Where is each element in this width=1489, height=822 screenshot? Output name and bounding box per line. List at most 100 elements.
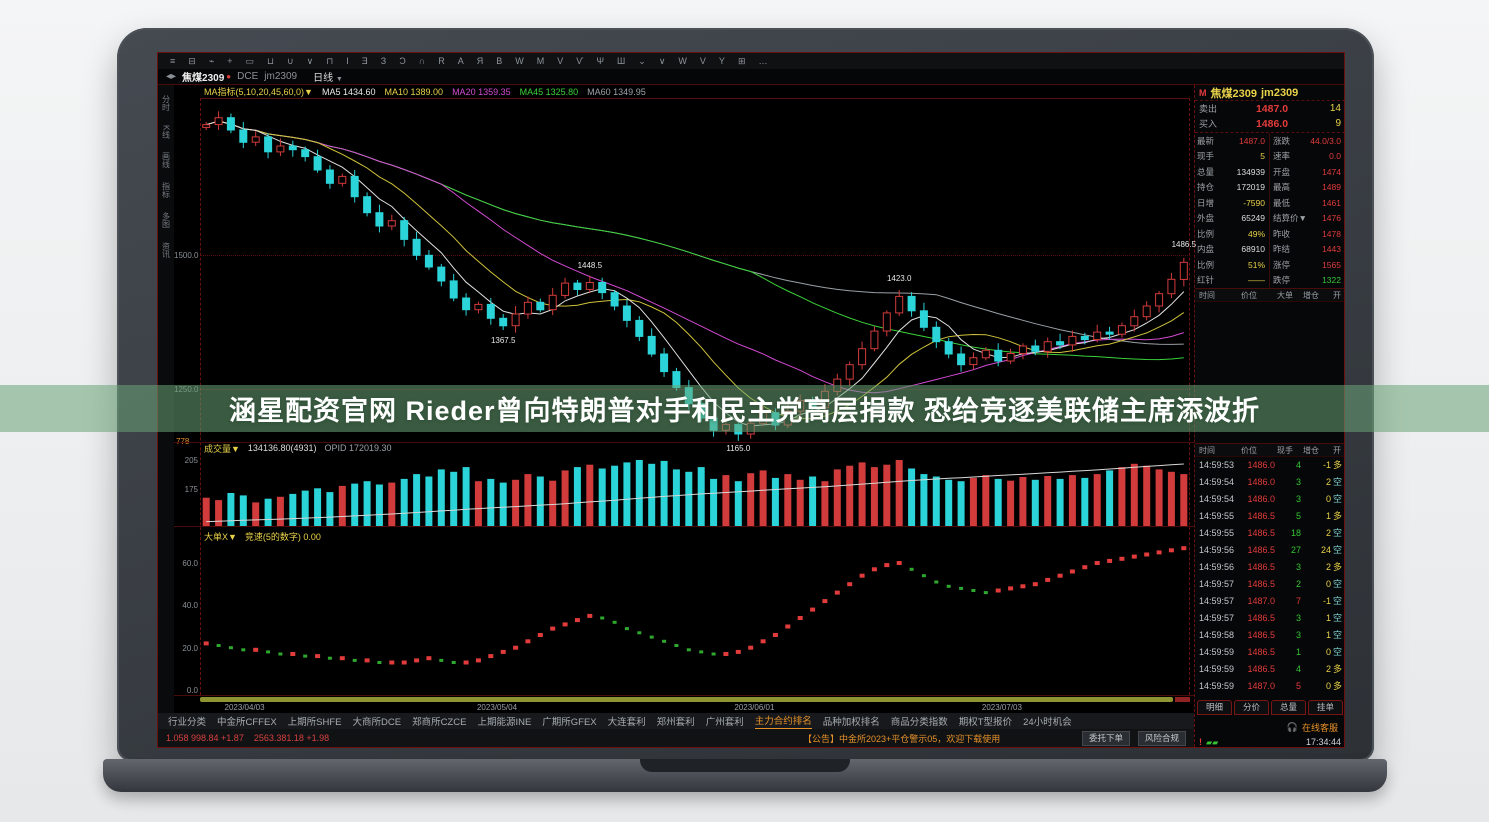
market-tab[interactable]: 大连套利 (608, 714, 646, 728)
quote-cell-label: 现手 (1197, 150, 1214, 162)
tick-row[interactable]: 14:59:551486.551多 (1195, 507, 1344, 524)
tick-row[interactable]: 14:59:541486.032空 (1195, 473, 1344, 490)
order-button[interactable]: 委托下单 (1082, 731, 1130, 746)
toolbar-icon[interactable]: Ш (617, 56, 625, 66)
quote-cell-value: —— (1248, 275, 1265, 285)
sidebar-tab[interactable]: 分时 (161, 95, 172, 111)
tick-row[interactable]: 14:59:591486.510空 (1195, 643, 1344, 660)
bid-row[interactable]: 买入 1486.0 9 (1195, 116, 1344, 131)
page-background: 涵星配资官网 Rieder曾向特朗普对手和民主党高层捐款 恐给竞逐美联储主席添波… (0, 0, 1489, 822)
market-tab[interactable]: 期权T型报价 (959, 714, 1012, 728)
toolbar-icon[interactable]: Я (477, 56, 484, 66)
tick-row[interactable]: 14:59:591487.050多 (1195, 677, 1344, 694)
toolbar-icon[interactable]: R (438, 56, 445, 66)
tick-cell: 多 (1333, 662, 1343, 675)
tick-row[interactable]: 14:59:571486.520空 (1195, 575, 1344, 592)
toolbar-icon[interactable]: V (557, 56, 563, 66)
sidebar-tab[interactable]: 多图 (161, 212, 172, 228)
tick-cell: 1486.0 (1241, 477, 1275, 487)
market-tab[interactable]: 广期所GFEX (542, 714, 596, 728)
tick-row[interactable]: 14:59:531486.04-1多 (1195, 456, 1344, 473)
toolbar-icon[interactable]: ⊟ (188, 56, 196, 67)
toolbar-icon[interactable]: Ɔ (399, 56, 406, 66)
toolbar-icon[interactable]: ∩ (419, 56, 425, 66)
vol-tick-2: 175 (174, 485, 198, 494)
toolbar-icon[interactable]: ⊔ (267, 56, 274, 67)
toolbar-icon[interactable]: ⌄ (638, 56, 646, 67)
market-tab[interactable]: 大商所DCE (353, 714, 402, 728)
market-tab[interactable]: 广州套利 (706, 714, 744, 728)
market-tab[interactable]: 郑商所CZCE (412, 714, 466, 728)
market-tab[interactable]: 商品分类指数 (891, 714, 948, 728)
toolbar-icon[interactable]: Ѵ (576, 56, 583, 66)
panel-tab[interactable]: 明细 (1197, 700, 1232, 715)
tick-cell: 3 (1277, 477, 1301, 487)
toolbar-icon[interactable]: ∨ (659, 56, 666, 67)
tick-cell: 0 (1303, 681, 1331, 691)
toolbar-icon[interactable]: Ǝ (362, 56, 368, 66)
toolbar-icon[interactable]: ⊞ (738, 56, 746, 67)
toolbar-icon[interactable]: … (758, 56, 767, 66)
market-tab[interactable]: 24小时机会 (1023, 714, 1072, 728)
market-tab[interactable]: 品种加权排名 (823, 714, 880, 728)
toolbar-icon[interactable]: ≡ (170, 56, 175, 66)
tick-row[interactable]: 14:59:551486.5182空 (1195, 524, 1344, 541)
list-header-col: 增仓 (1303, 445, 1319, 456)
market-tab[interactable]: 上期能源INE (477, 714, 531, 728)
sidebar-tab[interactable]: 指标 (161, 182, 172, 198)
market-tab[interactable]: 主力合约排名 (755, 713, 812, 730)
ma-value: MA5 1434.60 (322, 87, 376, 97)
toolbar-icon[interactable]: I (346, 56, 349, 66)
tick-cell: 18 (1277, 528, 1301, 538)
list-header-col: 开 (1333, 290, 1341, 301)
tick-row[interactable]: 14:59:541486.030空 (1195, 490, 1344, 507)
panel-tab[interactable]: 挂单 (1308, 700, 1343, 715)
toolbar-icon[interactable]: V (700, 56, 706, 66)
sidebar-tab[interactable]: 画线 (161, 152, 172, 168)
toolbar-icon[interactable]: B (496, 56, 502, 66)
indicator-header-item: 竞速(5的数字) 0.00 (245, 530, 321, 543)
period-selector[interactable]: 日线 ▼ (313, 69, 343, 84)
quote-cell: 结算价▼1476 (1273, 211, 1341, 227)
ma-value: MA45 1325.80 (520, 87, 579, 97)
toolbar-icon[interactable]: W (678, 56, 687, 66)
chart-h-scrollbar[interactable] (200, 697, 1173, 702)
tick-row[interactable]: 14:59:591486.542多 (1195, 660, 1344, 677)
tick-row[interactable]: 14:59:571486.531空 (1195, 609, 1344, 626)
market-tab[interactable]: 上期所SHFE (288, 714, 342, 728)
tick-row[interactable]: 14:59:561486.52724空 (1195, 541, 1344, 558)
online-service[interactable]: 🎧 在线客服 (1287, 721, 1338, 734)
quote-cell-value: 0.0 (1329, 151, 1341, 161)
toolbar-icon[interactable]: W (515, 56, 524, 66)
toolbar-icon[interactable]: Y (719, 56, 725, 66)
list-header-col: 时间 (1199, 290, 1215, 301)
panel-tab[interactable]: 分价 (1234, 700, 1269, 715)
nav-arrows-icon[interactable]: ◂▸ (166, 71, 176, 82)
indicator-header-item: 大单X▼ (204, 530, 237, 543)
toolbar-icon[interactable]: + (227, 56, 232, 66)
toolbar-icon[interactable]: ⊓ (326, 56, 333, 67)
toolbar-icon[interactable]: ∨ (307, 56, 314, 67)
sidebar-tab[interactable]: K线 (161, 125, 172, 138)
tick-cell: 1 (1277, 647, 1301, 657)
sidebar-tab[interactable]: 资讯 (161, 242, 172, 258)
toolbar-icon[interactable]: ▭ (246, 56, 255, 67)
market-tab[interactable]: 郑州套利 (657, 714, 695, 728)
tick-row[interactable]: 14:59:581486.531空 (1195, 626, 1344, 643)
toolbar-icon[interactable]: A (458, 56, 464, 66)
tick-row[interactable]: 14:59:561486.532多 (1195, 558, 1344, 575)
market-tab[interactable]: 行业分类 (168, 714, 206, 728)
ask-row[interactable]: 卖出 1487.0 14 (1195, 101, 1344, 116)
toolbar-icon[interactable]: ∪ (287, 56, 294, 67)
market-tab[interactable]: 中金所CFFEX (217, 714, 277, 728)
toolbar-icon[interactable]: M (537, 56, 545, 66)
toolbar-icon[interactable]: Ψ (596, 56, 604, 66)
tick-row[interactable]: 14:59:571487.07-1空 (1195, 592, 1344, 609)
panel-tab[interactable]: 总量 (1271, 700, 1306, 715)
toolbar-icon[interactable]: З (381, 56, 386, 66)
compliance-button[interactable]: 风险合规 (1138, 731, 1186, 746)
quote-cell: 现手5 (1197, 149, 1265, 165)
toolbar-icon[interactable]: ⌁ (209, 56, 214, 67)
tick-cell: 0 (1303, 647, 1331, 657)
quote-cell-value: 51% (1248, 260, 1265, 270)
